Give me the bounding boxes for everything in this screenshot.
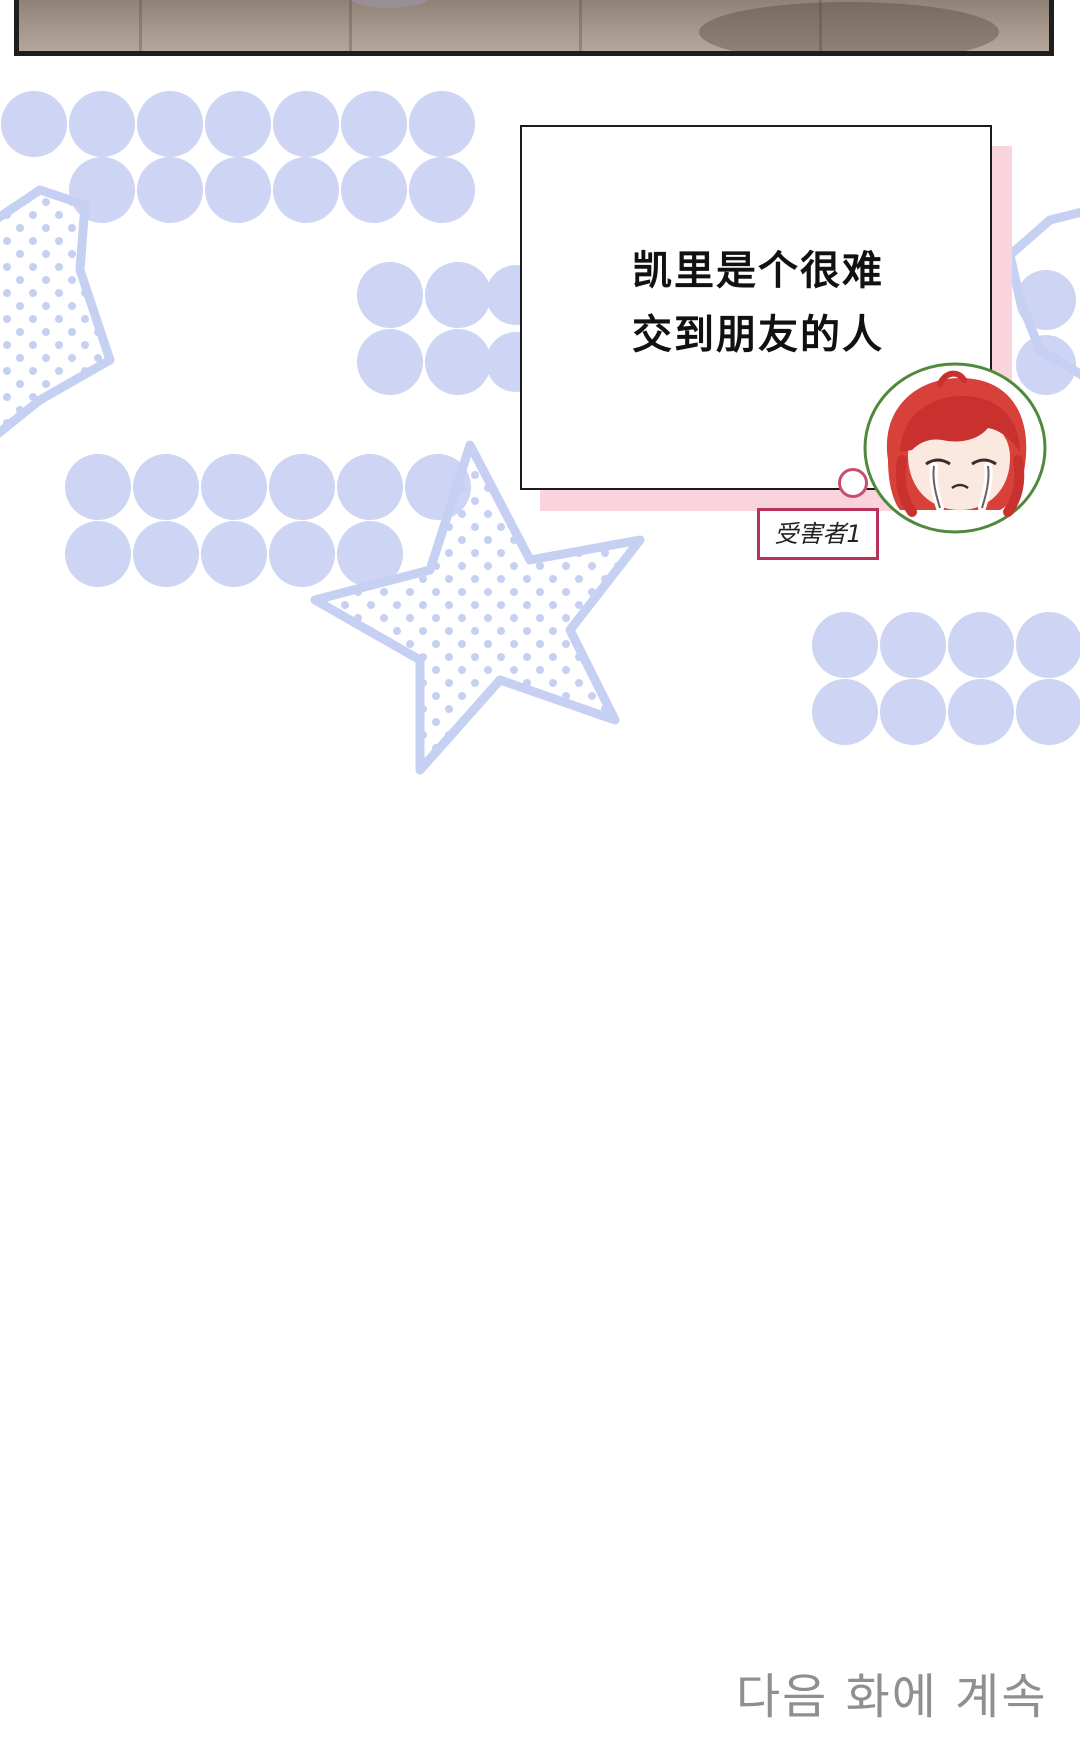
star-outline-left <box>0 185 115 438</box>
narration-line: 交到朋友的人 <box>632 312 884 358</box>
to-be-continued-text: 다음 화에 계속 <box>736 1669 1048 1725</box>
dot-cluster <box>812 612 1080 745</box>
narration-line: 凯里是个很难 <box>632 248 884 294</box>
name-tag: 受害者1 <box>757 508 879 560</box>
red-haired-crying-chibi-icon <box>863 362 1047 534</box>
narration-text: 凯里是个很难 交到朋友的人 <box>522 239 994 367</box>
dot-cluster <box>65 454 471 587</box>
dot-cluster <box>357 262 546 395</box>
